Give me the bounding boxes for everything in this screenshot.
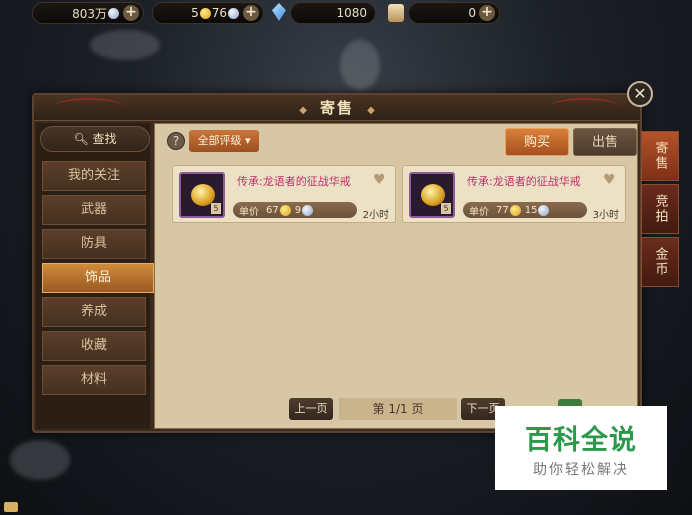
- resource-currency-1: 803万 +: [32, 2, 144, 24]
- scroll-icon: [388, 4, 404, 22]
- search-icon: 🔍︎: [73, 132, 93, 146]
- search-button[interactable]: 🔍︎ 查找: [40, 126, 150, 152]
- category-label: 材料: [80, 372, 107, 387]
- category-label: 我的关注: [67, 168, 120, 183]
- close-button[interactable]: ✕: [627, 81, 653, 107]
- gold-coin-icon: [199, 7, 211, 19]
- category-materials[interactable]: 材料: [42, 365, 146, 395]
- side-tab-gold[interactable]: 金币: [641, 237, 679, 287]
- help-icon[interactable]: ?: [167, 132, 185, 150]
- watermark-title: 百科全说: [525, 425, 637, 456]
- side-tab-consignment[interactable]: 寄售: [641, 131, 679, 181]
- price-silver-value: 15: [524, 204, 538, 216]
- price-label: 单价: [239, 206, 259, 218]
- price-gold-value: 67: [266, 204, 279, 216]
- header-ornament: [54, 98, 124, 116]
- silver-coin-icon: [228, 7, 239, 19]
- favorite-heart-icon[interactable]: ♥: [373, 173, 387, 187]
- item-slot[interactable]: 5: [179, 172, 225, 218]
- item-name: 传承:龙语者的征战华戒: [467, 175, 581, 188]
- panel-title: 寄售: [319, 99, 354, 117]
- background-snow: [10, 440, 70, 480]
- category-label: 收藏: [80, 338, 107, 353]
- price-silver-value: 9: [294, 204, 302, 216]
- category-my-follow[interactable]: 我的关注: [42, 161, 146, 191]
- category-sidebar: 🔍︎ 查找 我的关注 武器 防具 饰品 养成 收藏 材料: [36, 123, 154, 429]
- gold-coin-icon: [509, 204, 521, 216]
- item-level-badge: 5: [441, 203, 451, 214]
- category-armor[interactable]: 防具: [42, 229, 146, 259]
- resource-scrolls: 0 +: [408, 2, 500, 24]
- header-ornament: [550, 98, 620, 116]
- background-snow: [90, 30, 160, 60]
- background-snow: [340, 40, 380, 90]
- category-label: 饰品: [84, 270, 111, 285]
- title-ornament-icon: ◆: [367, 105, 375, 116]
- chevron-down-icon: ▾: [241, 134, 251, 147]
- category-collection[interactable]: 收藏: [42, 331, 146, 361]
- listing-card[interactable]: 5 传承:龙语者的征战华戒 ♥ 单价 77 15 3小时: [402, 165, 626, 223]
- time-left: 2小时: [362, 210, 389, 221]
- title-ornament-icon: ◆: [299, 105, 307, 116]
- resource-gems-value: 1080: [336, 6, 367, 20]
- time-left: 3小时: [592, 210, 619, 221]
- silver-coin-icon: [108, 7, 119, 19]
- watermark-subtitle: 助你轻松解决: [533, 462, 629, 478]
- chat-icon[interactable]: [4, 502, 18, 512]
- panel-header: ◆ 寄售 ◆: [34, 95, 640, 121]
- listing-card[interactable]: 5 传承:龙语者的征战华戒 ♥ 单价 67 9 2小时: [172, 165, 396, 223]
- grade-filter-label: 全部评级: [197, 134, 242, 147]
- add-currency-1-button[interactable]: +: [123, 5, 139, 21]
- silver-coin-icon: [302, 204, 314, 216]
- grade-filter-dropdown[interactable]: 全部评级 ▾: [189, 130, 259, 152]
- resource-scrolls-value: 0: [468, 6, 476, 20]
- consignment-panel: ◆ 寄售 ◆ 🔍︎ 查找 我的关注 武器 防具 饰品 养成 收藏 材料 ? 全部…: [32, 93, 642, 433]
- resource-gold-value: 5: [191, 6, 199, 20]
- category-weapons[interactable]: 武器: [42, 195, 146, 225]
- add-currency-2-button[interactable]: +: [243, 5, 259, 21]
- silver-coin-icon: [538, 204, 550, 216]
- resource-currency-1-value: 803万: [72, 6, 107, 21]
- tab-sell[interactable]: 出售: [573, 128, 637, 156]
- category-label: 武器: [80, 202, 107, 217]
- resource-silver-value: 76: [211, 6, 227, 20]
- category-accessories[interactable]: 饰品: [42, 263, 154, 293]
- favorite-heart-icon[interactable]: ♥: [603, 173, 617, 187]
- resource-bar: 803万 + 5 76 + 1080 0 +: [0, 0, 692, 28]
- category-label: 防具: [80, 236, 107, 251]
- tab-buy[interactable]: 购买: [505, 128, 569, 156]
- item-level-badge: 5: [211, 203, 221, 214]
- item-slot[interactable]: 5: [409, 172, 455, 218]
- watermark: 百科全说 助你轻松解决: [495, 406, 667, 490]
- price-bar: 单价 67 9: [233, 202, 357, 218]
- listing-content: ? 全部评级 ▾ 购买 出售 5 传承:龙语者的征战华戒 ♥ 单价 67 9 2…: [154, 123, 638, 429]
- price-bar: 单价 77 15: [463, 202, 587, 218]
- gold-coin-icon: [279, 204, 291, 216]
- gem-icon: [272, 3, 286, 21]
- item-name: 传承:龙语者的征战华戒: [237, 175, 351, 188]
- category-label: 养成: [80, 304, 107, 319]
- resource-gems: 1080: [290, 2, 376, 24]
- page-indicator: 第 1/1 页: [339, 398, 457, 420]
- search-button-label: 查找: [92, 132, 117, 146]
- prev-page-button[interactable]: 上一页: [289, 398, 333, 420]
- price-gold-value: 77: [496, 204, 509, 216]
- side-tab-auction[interactable]: 竞拍: [641, 184, 679, 234]
- resource-currency-2: 5 76 +: [152, 2, 264, 24]
- category-cultivation[interactable]: 养成: [42, 297, 146, 327]
- price-label: 单价: [469, 206, 489, 218]
- add-scrolls-button[interactable]: +: [479, 5, 495, 21]
